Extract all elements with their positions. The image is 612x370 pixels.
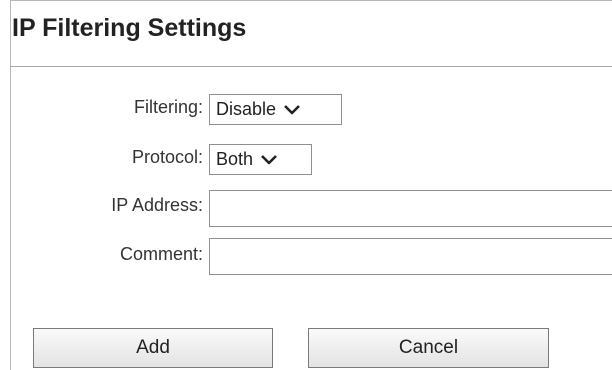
ip-address-field[interactable] bbox=[209, 190, 612, 227]
ip-address-label: IP Address: bbox=[111, 195, 203, 215]
filtering-select[interactable]: Disable bbox=[209, 94, 342, 125]
page-title: IP Filtering Settings bbox=[12, 14, 247, 42]
settings-panel bbox=[10, 0, 612, 370]
comment-label: Comment: bbox=[119, 244, 203, 264]
chevron-down-icon bbox=[282, 103, 302, 117]
filtering-select-value: Disable bbox=[216, 99, 277, 119]
chevron-down-icon bbox=[259, 153, 279, 167]
cancel-button[interactable]: Cancel bbox=[308, 328, 549, 368]
comment-field[interactable] bbox=[209, 238, 612, 275]
protocol-select[interactable]: Both bbox=[209, 144, 312, 175]
protocol-label: Protocol: bbox=[131, 147, 203, 167]
add-button[interactable]: Add bbox=[33, 328, 273, 368]
protocol-select-value: Both bbox=[216, 149, 254, 169]
title-divider bbox=[10, 66, 612, 67]
filtering-label: Filtering: bbox=[133, 97, 203, 117]
